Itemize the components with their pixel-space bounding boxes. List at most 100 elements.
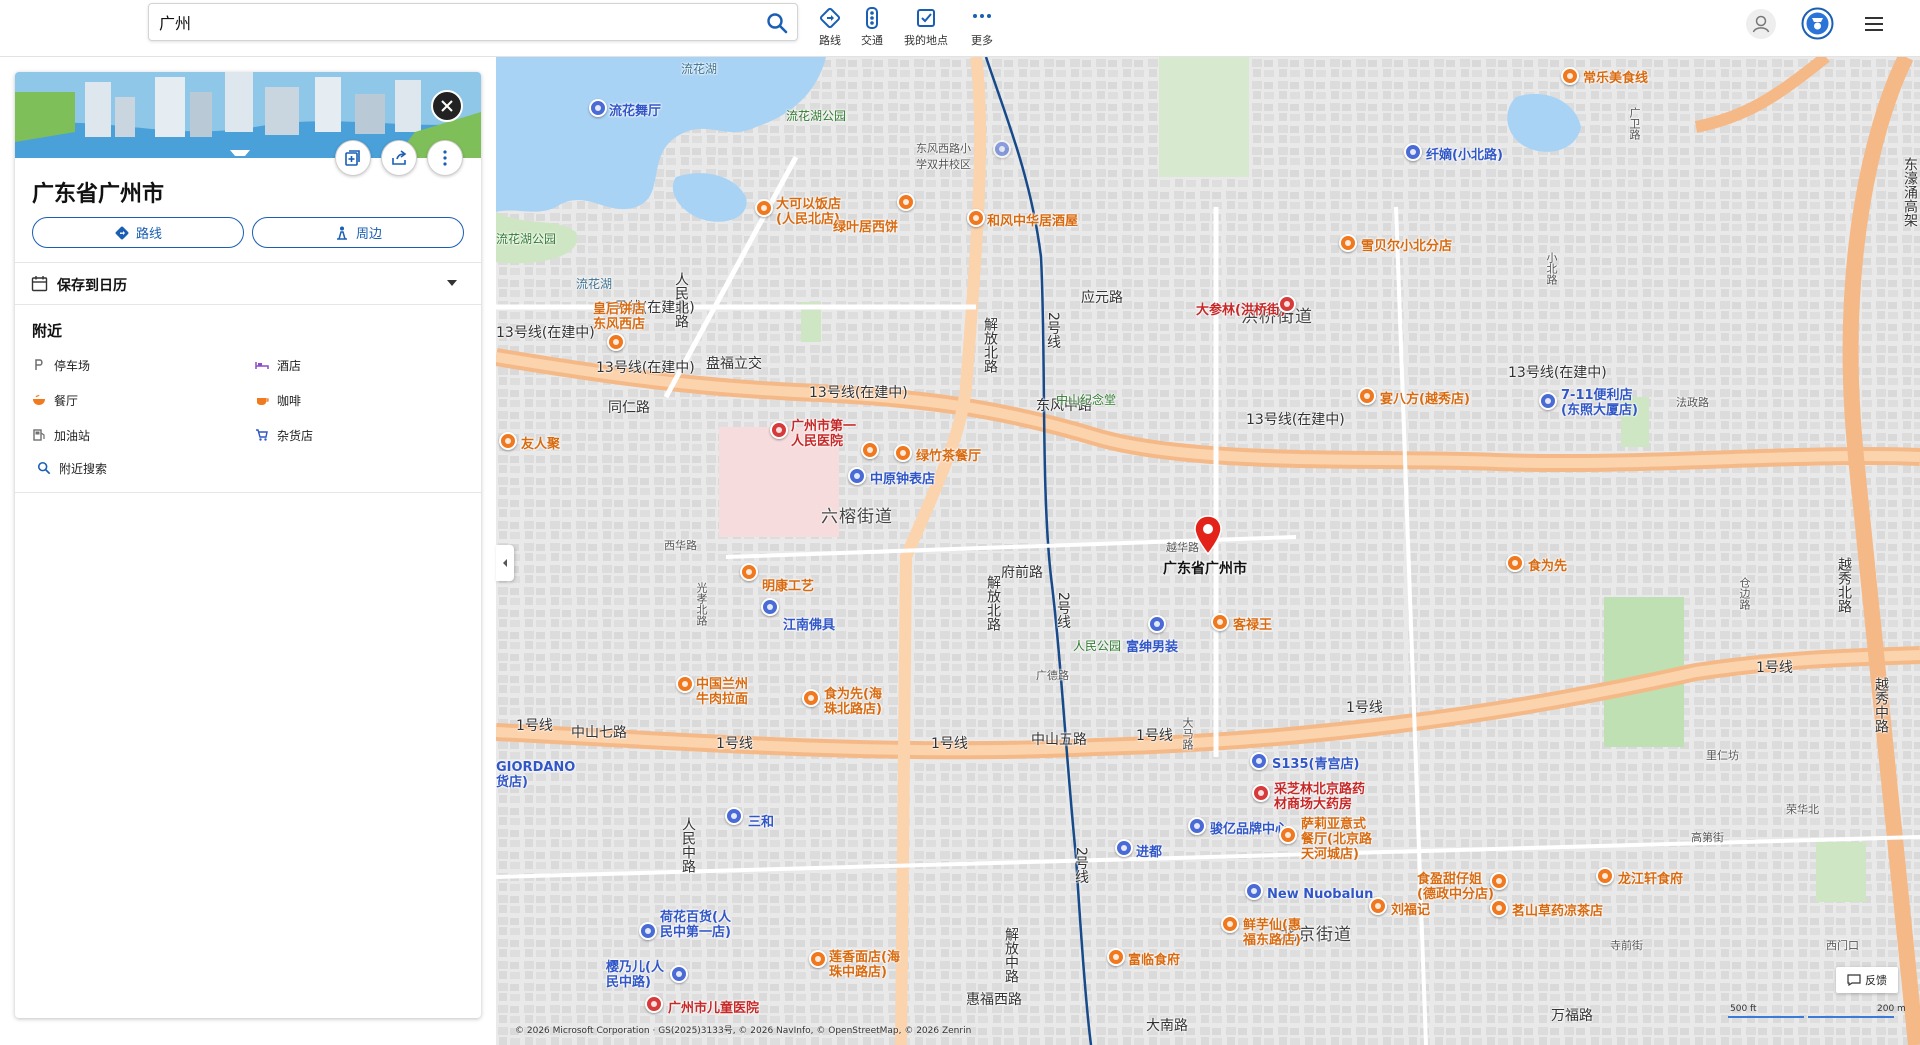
poi-label[interactable]: 大可以饭店 (人民北店) (776, 197, 841, 227)
poi-marker[interactable] (1490, 872, 1508, 890)
poi-label[interactable]: 流花舞厅 (609, 104, 661, 119)
poi-label[interactable]: 荷花百货(人 民中第一店) (660, 910, 731, 940)
poi-label[interactable]: 樱乃儿(人 民中路) (606, 960, 664, 990)
nearby-search-link[interactable]: 附近搜索 (37, 458, 107, 478)
poi-marker[interactable] (1211, 613, 1229, 631)
poi-marker[interactable] (725, 807, 743, 825)
poi-label[interactable]: 友人聚 (521, 437, 560, 452)
poi-label[interactable]: 食为先 (1528, 559, 1567, 574)
poi-label[interactable]: 萨莉亚意式 餐厅(北京路 天河城店) (1301, 817, 1372, 862)
poi-marker[interactable] (676, 675, 694, 693)
poi-marker[interactable] (499, 432, 517, 450)
poi-label[interactable]: 广州市第一 人民医院 (791, 419, 856, 449)
poi-label[interactable]: 和风中华居酒屋 (987, 214, 1078, 229)
poi-label[interactable]: 宴八方(越秀店) (1380, 392, 1470, 407)
poi-label[interactable]: 富绅男装 (1126, 640, 1178, 655)
poi-label[interactable]: S135(青宫店) (1272, 757, 1359, 772)
poi-marker[interactable] (1188, 817, 1206, 835)
poi-label[interactable]: 大参林(洪桥街) (1196, 303, 1286, 318)
poi-marker[interactable] (1252, 784, 1270, 802)
nav-traffic-button[interactable]: 交通 (860, 6, 884, 47)
poi-label[interactable]: 绿竹茶餐厅 (916, 449, 981, 464)
poi-label[interactable]: 采芝林北京路药 材商场大药房 (1274, 782, 1365, 812)
poi-label[interactable]: 皇后饼店 东风西店 (593, 302, 645, 332)
poi-marker[interactable] (1221, 915, 1239, 933)
nav-my-places-button[interactable]: 我的地点 (904, 6, 948, 47)
poi-marker[interactable] (1115, 839, 1133, 857)
poi-marker[interactable] (967, 209, 985, 227)
poi-marker[interactable] (607, 333, 625, 351)
poi-marker[interactable] (645, 995, 663, 1013)
rewards-medal-icon[interactable] (1801, 7, 1834, 40)
poi-marker[interactable] (1369, 897, 1387, 915)
poi-label[interactable]: 茗山草药凉茶店 (1512, 904, 1603, 919)
collapse-panel-button[interactable] (496, 545, 514, 581)
poi-marker[interactable] (761, 598, 779, 616)
more-options-button[interactable] (427, 140, 463, 176)
poi-label[interactable]: 进都 (1136, 845, 1162, 860)
poi-label[interactable]: 明康工艺 (762, 579, 814, 594)
poi-marker[interactable] (589, 99, 607, 117)
save-place-button[interactable] (335, 140, 371, 176)
poi-label[interactable]: 莲香面店(海 珠中路店) (829, 950, 900, 980)
poi-marker[interactable] (1339, 234, 1357, 252)
poi-marker[interactable] (1278, 295, 1296, 313)
nearby-parking-link[interactable]: 停车场 (32, 355, 90, 375)
poi-label[interactable]: GIORDANO 货店) (496, 760, 575, 790)
poi-label[interactable]: 雪贝尔小北分店 (1361, 239, 1452, 254)
poi-marker[interactable] (802, 689, 820, 707)
poi-label[interactable]: 广州市儿童医院 (668, 1001, 759, 1016)
poi-marker[interactable] (894, 444, 912, 462)
poi-label[interactable]: New Nuobalun (1267, 887, 1373, 902)
poi-label[interactable]: 东风西路小 学双井校区 (916, 140, 971, 172)
poi-marker[interactable] (897, 193, 915, 211)
poi-marker[interactable] (1245, 882, 1263, 900)
nearby-restaurant-link[interactable]: 餐厅 (32, 390, 78, 410)
poi-label[interactable]: 龙江轩食府 (1618, 872, 1683, 887)
poi-label[interactable]: 7-11便利店 (东照大厦店) (1561, 388, 1638, 418)
feedback-button[interactable]: 反馈 (1836, 967, 1898, 993)
nav-more-button[interactable]: 更多 (970, 6, 994, 47)
poi-marker[interactable] (809, 950, 827, 968)
nearby-button[interactable]: 周边 (252, 217, 464, 248)
nearby-coffee-link[interactable]: 咖啡 (255, 390, 301, 410)
poi-marker[interactable] (1490, 899, 1508, 917)
save-to-calendar-row[interactable]: 保存到日历 (15, 263, 481, 304)
poi-label[interactable]: 骏亿品牌中心 (1210, 822, 1288, 837)
poi-marker[interactable] (1404, 143, 1422, 161)
poi-label[interactable]: 食为先(海 珠北路店) (824, 687, 882, 717)
poi-label[interactable]: 纤嫡(小北路) (1426, 148, 1503, 163)
poi-marker[interactable] (1107, 948, 1125, 966)
close-panel-button[interactable] (431, 90, 463, 122)
route-button[interactable]: 路线 (32, 217, 244, 248)
poi-marker[interactable] (755, 199, 773, 217)
poi-label[interactable]: 刘福记 (1391, 903, 1430, 918)
share-button[interactable] (381, 140, 417, 176)
poi-marker[interactable] (1506, 554, 1524, 572)
poi-label[interactable]: 绿叶居西饼 (833, 220, 898, 235)
poi-marker[interactable] (1561, 67, 1579, 85)
poi-label[interactable]: 鲜芋仙(惠 福东路店) (1243, 918, 1301, 948)
account-icon[interactable] (1746, 9, 1776, 39)
nav-route-button[interactable]: 路线 (818, 6, 842, 47)
nearby-grocery-link[interactable]: 杂货店 (255, 425, 313, 445)
poi-marker[interactable] (861, 441, 879, 459)
poi-marker[interactable] (1148, 615, 1166, 633)
poi-marker[interactable] (993, 140, 1011, 158)
poi-label[interactable]: 常乐美食线 (1583, 71, 1648, 86)
search-input[interactable] (159, 4, 749, 40)
poi-marker[interactable] (1250, 752, 1268, 770)
poi-marker[interactable] (770, 421, 788, 439)
location-pin-icon[interactable] (1194, 515, 1222, 556)
poi-label[interactable]: 江南佛具 (783, 618, 835, 633)
poi-marker[interactable] (740, 563, 758, 581)
poi-label[interactable]: 富临食府 (1128, 953, 1180, 968)
nearby-hotel-link[interactable]: 酒店 (255, 355, 301, 375)
poi-marker[interactable] (1596, 867, 1614, 885)
poi-marker[interactable] (1279, 826, 1297, 844)
poi-label[interactable]: 中原钟表店 (870, 472, 935, 487)
poi-label[interactable]: 食盈甜仔姐 (德政中分店) (1417, 872, 1494, 902)
poi-label[interactable]: 三和 (748, 815, 774, 830)
poi-label[interactable]: 中国兰州 牛肉拉面 (696, 677, 748, 707)
poi-marker[interactable] (1539, 392, 1557, 410)
